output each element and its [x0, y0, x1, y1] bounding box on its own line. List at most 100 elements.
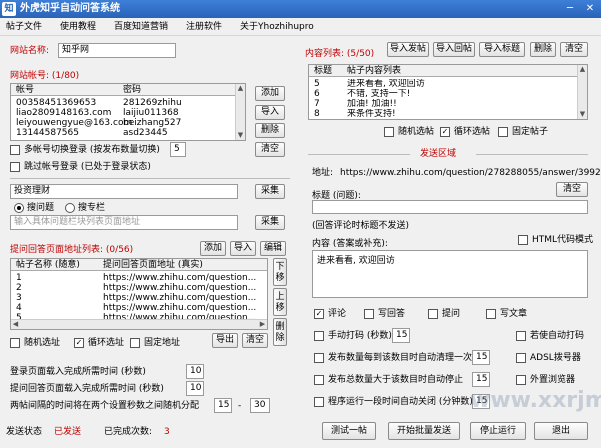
- manual-code-field[interactable]: 15: [392, 328, 410, 343]
- menu-item-post-file[interactable]: 帖子文件: [6, 21, 42, 33]
- search-question-radio[interactable]: [14, 203, 24, 213]
- random-url-checkbox[interactable]: [10, 338, 20, 348]
- delete-url-button[interactable]: 删除: [273, 318, 287, 346]
- content-scrollbar[interactable]: ▲ ▼: [577, 65, 587, 119]
- import-reply-button[interactable]: 导入回帖: [433, 42, 475, 57]
- comment-checkbox[interactable]: ✓: [314, 309, 324, 319]
- account-table[interactable]: 帐号 密码 00358451369653 281269zhihu liao2809…: [10, 83, 246, 141]
- title-input[interactable]: [312, 200, 588, 214]
- account-table-header: 帐号 密码: [11, 84, 245, 96]
- account-delete-button[interactable]: 删除: [255, 123, 285, 138]
- login-wait-field[interactable]: 10: [186, 364, 204, 379]
- exit-button[interactable]: 退出: [534, 422, 588, 440]
- start-batch-button[interactable]: 开始批量发送: [388, 422, 460, 440]
- account-import-button[interactable]: 导入: [255, 105, 285, 120]
- title-clear-button[interactable]: 清空: [556, 182, 588, 197]
- content-clear-button[interactable]: 清空: [560, 42, 588, 57]
- collect-button[interactable]: 采集: [255, 184, 285, 199]
- account-add-button[interactable]: 添加: [255, 86, 285, 101]
- scroll-right-icon[interactable]: ▶: [258, 320, 267, 329]
- menu-item-tutorial[interactable]: 使用教程: [60, 21, 96, 33]
- move-down-button[interactable]: 下移: [273, 258, 287, 286]
- scroll-up-icon[interactable]: ▲: [578, 65, 587, 74]
- stop-after-checkbox[interactable]: [314, 375, 324, 385]
- interval-max-field[interactable]: 30: [250, 398, 270, 413]
- account-scrollbar[interactable]: ▲ ▼: [235, 84, 245, 140]
- write-answer-checkbox[interactable]: [364, 309, 374, 319]
- close-icon[interactable]: ✕: [582, 1, 598, 16]
- loop-post-checkbox[interactable]: ✓: [440, 127, 450, 137]
- table-row[interactable]: liao2809148163.com laijiu011368: [11, 108, 235, 118]
- table-row[interactable]: 6 不错, 支持一下!: [309, 89, 577, 99]
- content-list-label: 内容列表: (5/50): [305, 49, 375, 59]
- url-add-button[interactable]: 添加: [200, 241, 226, 256]
- fixed-url-checkbox[interactable]: [130, 338, 140, 348]
- clean-after-field[interactable]: 15: [472, 350, 490, 365]
- test-post-button[interactable]: 测试一帖: [322, 422, 376, 440]
- adsl-checkbox[interactable]: [516, 353, 526, 363]
- random-post-checkbox[interactable]: [384, 127, 394, 137]
- content-table[interactable]: 标题 帖子内容列表 5 进来看看, 欢迎回访 6 不错, 支持一下! 7 加油! 加油…: [308, 64, 588, 120]
- ask-label: 提问: [442, 309, 461, 319]
- table-row[interactable]: 5 进来看看, 欢迎回访: [309, 79, 577, 89]
- menu-item-register[interactable]: 注册软件: [186, 21, 222, 33]
- window-title: 外虎知乎自动问答系统: [20, 3, 120, 14]
- scroll-down-icon[interactable]: ▼: [236, 131, 245, 140]
- url-edit-button[interactable]: 编辑: [260, 241, 286, 256]
- manual-code-checkbox[interactable]: [314, 331, 324, 341]
- random-post-label: 随机选帖: [398, 127, 435, 137]
- scroll-left-icon[interactable]: ◀: [11, 320, 20, 329]
- url-input[interactable]: 输入具体问题栏块列表页面地址: [10, 215, 238, 230]
- multi-login-count[interactable]: 5: [170, 142, 186, 157]
- interval-min-field[interactable]: 15: [214, 398, 232, 413]
- url-export-button[interactable]: 导出: [212, 333, 238, 348]
- write-article-checkbox[interactable]: [486, 309, 496, 319]
- scroll-up-icon[interactable]: ▲: [236, 84, 245, 93]
- site-name-field[interactable]: 知乎网: [58, 43, 176, 58]
- url-clear-button[interactable]: 清空: [242, 333, 268, 348]
- minimize-icon[interactable]: ─: [562, 1, 578, 16]
- import-post-button[interactable]: 导入发帖: [387, 42, 429, 57]
- keyword-input[interactable]: 投资理财: [10, 184, 238, 199]
- stop-after-field[interactable]: 15: [472, 372, 490, 387]
- scroll-down-icon[interactable]: ▼: [578, 110, 587, 119]
- auto-code-checkbox[interactable]: [516, 331, 526, 341]
- ask-checkbox[interactable]: [428, 309, 438, 319]
- skip-login-checkbox[interactable]: [10, 162, 20, 172]
- stop-button[interactable]: 停止运行: [470, 422, 526, 440]
- url-import-button[interactable]: 导入: [230, 241, 256, 256]
- table-row[interactable]: 7 加油! 加油!!: [309, 99, 577, 109]
- search-column-radio[interactable]: [65, 203, 75, 213]
- url-table-hscrollbar[interactable]: ◀ ▶: [11, 319, 267, 329]
- multi-login-checkbox[interactable]: [10, 145, 20, 155]
- table-row[interactable]: 3 https://www.zhihu.com/question...: [11, 293, 257, 303]
- col-title: 标题: [314, 66, 333, 76]
- answer-url-table[interactable]: 帖子名称 (随意) 提问回答页面地址 (真实) 1 https://www.zhi…: [10, 258, 268, 330]
- menu-item-about[interactable]: 关于Yhozhihupro: [240, 21, 314, 33]
- run-timed-checkbox[interactable]: [314, 397, 324, 407]
- table-row[interactable]: leiyouwengyue@163.com beizhang527: [11, 118, 235, 128]
- content-delete-button[interactable]: 删除: [530, 42, 556, 57]
- external-browser-checkbox[interactable]: [516, 375, 526, 385]
- clean-after-checkbox[interactable]: [314, 353, 324, 363]
- import-title-button[interactable]: 导入标题: [479, 42, 525, 57]
- loop-url-checkbox[interactable]: ✓: [74, 338, 84, 348]
- table-row[interactable]: 4 https://www.zhihu.com/question...: [11, 303, 257, 313]
- submit-wait-field[interactable]: 10: [186, 381, 204, 396]
- table-row[interactable]: 13144587565 asd23445: [11, 128, 235, 138]
- menu-item-baidu[interactable]: 百度知道营销: [114, 21, 168, 33]
- table-row[interactable]: 8 来条件支持!: [309, 109, 577, 119]
- table-row[interactable]: 2 https://www.zhihu.com/question...: [11, 283, 257, 293]
- html-mode-checkbox[interactable]: [518, 235, 528, 245]
- account-clear-button[interactable]: 清空: [255, 142, 285, 157]
- table-row[interactable]: 00358451369653 281269zhihu: [11, 98, 235, 108]
- col-post-name: 帖子名称 (随意): [16, 260, 80, 270]
- content-textarea[interactable]: 进来看看, 欢迎回访: [312, 250, 588, 298]
- table-row[interactable]: 1 https://www.zhihu.com/question...: [11, 273, 257, 283]
- send-status-label: 发送状态: [6, 427, 43, 437]
- move-up-button[interactable]: 上移: [273, 288, 287, 316]
- write-article-label: 写文章: [500, 309, 528, 319]
- fixed-post-checkbox[interactable]: [498, 127, 508, 137]
- random-url-label: 随机选址: [24, 338, 61, 348]
- collect-url-button[interactable]: 采集: [255, 215, 285, 230]
